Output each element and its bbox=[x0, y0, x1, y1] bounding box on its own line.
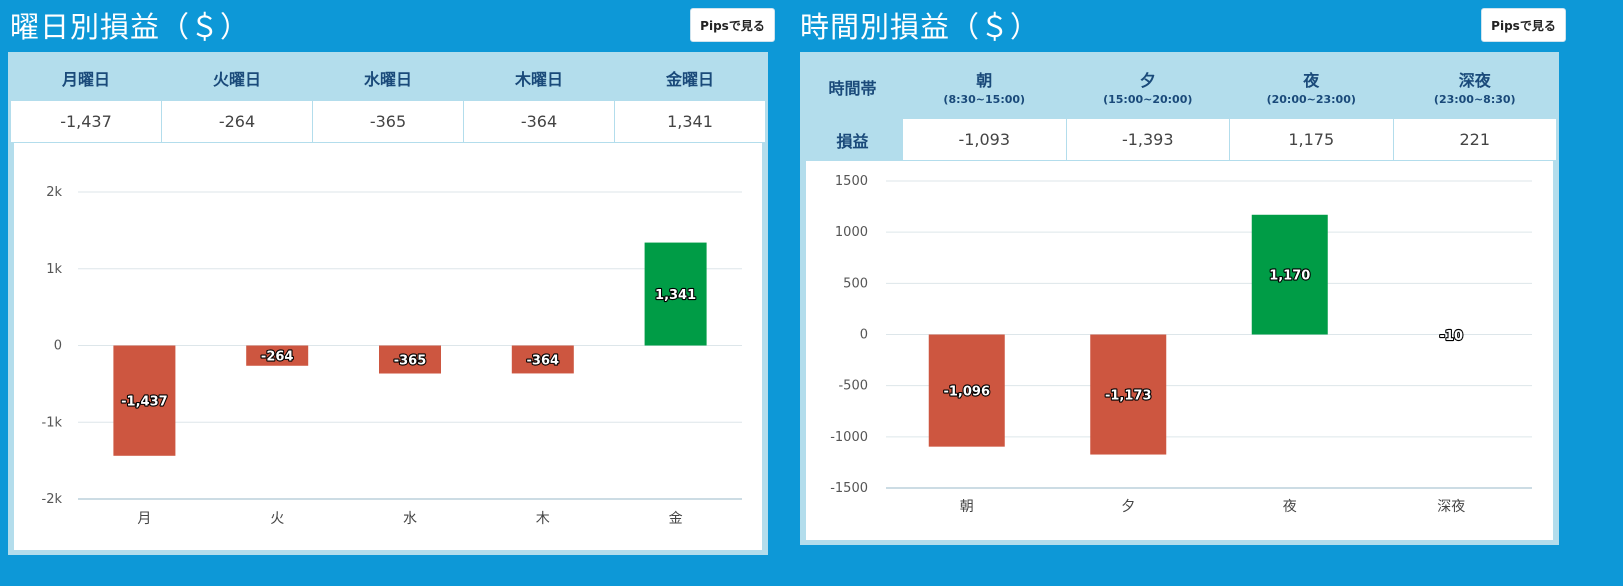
pips-view-button[interactable]: Pipsで見る bbox=[1481, 8, 1566, 42]
time-bar-chart: 1500 1000 500 0 -500 -1000 -1500 -1,096 朝 -1,173 夕… bbox=[830, 174, 1532, 515]
y-tick-label: 1000 bbox=[835, 225, 868, 240]
y-tick-label: 2k bbox=[46, 185, 62, 200]
table-value-cell: 221 bbox=[1392, 118, 1557, 161]
y-tick-label: -1000 bbox=[830, 430, 868, 445]
time-profit-card: 時間帯 朝 (8:30~15:00) 夕 (15:00~20:00) 夜 (20:00… bbox=[800, 52, 1559, 545]
y-tick-label: 1500 bbox=[835, 174, 868, 189]
data-label: 1,341 bbox=[655, 288, 696, 303]
x-tick-label: 木 bbox=[536, 511, 550, 527]
day-panel-title: 曜日別損益（＄） bbox=[10, 10, 251, 44]
time-profit-table: 時間帯 朝 (8:30~15:00) 夕 (15:00~20:00) 夜 (20:00… bbox=[802, 54, 1557, 161]
data-label: -365 bbox=[394, 354, 427, 369]
table-row: -1,437 -264 -365 -364 1,341 bbox=[10, 100, 766, 143]
table-value-cell: -364 bbox=[463, 100, 615, 143]
data-label: -264 bbox=[261, 350, 294, 365]
table-value-cell: -264 bbox=[161, 100, 313, 143]
day-chart-area: 2k 1k 0 -1k -2k -1,437 月 -264 火 -365 水 -364 木 1,341 金 bbox=[14, 143, 762, 550]
y-tick-label: -1k bbox=[42, 415, 63, 430]
data-label: -1,096 bbox=[943, 385, 990, 400]
data-label: -1,437 bbox=[121, 395, 168, 410]
day-bar-chart: 2k 1k 0 -1k -2k -1,437 月 -264 火 -365 水 -364 木 1,341 金 bbox=[42, 185, 742, 527]
data-label: 1,170 bbox=[1269, 269, 1310, 284]
x-tick-label: 夜 bbox=[1283, 499, 1297, 515]
time-chart-area: 1500 1000 500 0 -500 -1000 -1500 -1,096 朝 -1,173 夕… bbox=[806, 161, 1553, 540]
slot-label: 深夜 bbox=[1458, 71, 1491, 90]
slot-range: (15:00~20:00) bbox=[1103, 93, 1193, 106]
slot-range: (23:00~8:30) bbox=[1433, 93, 1516, 106]
day-profit-panel: 曜日別損益（＄） Pipsで見る 月曜日 火曜日 水曜日 木曜日 金曜日 -1,… bbox=[0, 0, 803, 586]
x-tick-label: 水 bbox=[403, 511, 417, 527]
table-header-cell: 火曜日 bbox=[161, 54, 313, 101]
table-header-row: 月曜日 火曜日 水曜日 木曜日 金曜日 bbox=[10, 54, 766, 101]
table-header-cell: 夜 (20:00~23:00) bbox=[1229, 54, 1394, 119]
table-header-cell: 金曜日 bbox=[614, 54, 766, 101]
x-tick-label: 夕 bbox=[1121, 499, 1135, 515]
data-label: -10 bbox=[1440, 329, 1464, 344]
x-tick-label: 月 bbox=[137, 511, 151, 527]
table-header-cell: 月曜日 bbox=[10, 54, 162, 101]
x-tick-label: 朝 bbox=[960, 499, 974, 515]
time-profit-panel: 時間別損益（＄） Pipsで見る 時間帯 朝 (8:30~15:00) 夕 (15:… bbox=[800, 0, 1623, 586]
table-header-cell: 夕 (15:00~20:00) bbox=[1065, 54, 1230, 119]
table-value-cell: -1,437 bbox=[10, 100, 162, 143]
table-header-cell: 深夜 (23:00~8:30) bbox=[1392, 54, 1557, 119]
table-header-cell: 時間帯 bbox=[802, 54, 903, 119]
time-panel-title: 時間別損益（＄） bbox=[800, 10, 1041, 44]
y-tick-label: -2k bbox=[42, 492, 63, 507]
pips-view-button[interactable]: Pipsで見る bbox=[690, 8, 775, 42]
table-header-cell: 木曜日 bbox=[463, 54, 615, 101]
table-value-cell: 1,341 bbox=[614, 100, 766, 143]
table-header-cell: 損益 bbox=[802, 118, 903, 161]
table-header-row: 時間帯 朝 (8:30~15:00) 夕 (15:00~20:00) 夜 (20:00… bbox=[802, 54, 1557, 119]
table-row: 損益 -1,093 -1,393 1,175 221 bbox=[802, 118, 1557, 161]
slot-label: 夕 bbox=[1139, 71, 1156, 90]
y-tick-label: 1k bbox=[46, 262, 62, 277]
table-value-cell: -1,093 bbox=[902, 118, 1067, 161]
y-tick-label: 500 bbox=[843, 276, 868, 291]
table-value-cell: 1,175 bbox=[1229, 118, 1394, 161]
y-tick-label: 0 bbox=[54, 339, 62, 354]
table-header-cell: 朝 (8:30~15:00) bbox=[902, 54, 1067, 119]
y-tick-label: -500 bbox=[838, 379, 868, 394]
y-tick-label: 0 bbox=[860, 328, 868, 343]
slot-range: (20:00~23:00) bbox=[1266, 93, 1356, 106]
x-tick-label: 深夜 bbox=[1437, 499, 1465, 515]
slot-range: (8:30~15:00) bbox=[943, 93, 1026, 106]
table-header-cell: 水曜日 bbox=[312, 54, 464, 101]
y-tick-label: -1500 bbox=[830, 481, 868, 496]
day-profit-card: 月曜日 火曜日 水曜日 木曜日 金曜日 -1,437 -264 -365 -36… bbox=[8, 52, 768, 555]
x-tick-label: 金 bbox=[669, 511, 683, 527]
day-profit-table: 月曜日 火曜日 水曜日 木曜日 金曜日 -1,437 -264 -365 -36… bbox=[10, 54, 766, 143]
x-tick-label: 火 bbox=[270, 511, 284, 527]
data-label: -364 bbox=[527, 353, 560, 368]
data-label: -1,173 bbox=[1105, 389, 1152, 404]
table-value-cell: -1,393 bbox=[1065, 118, 1230, 161]
slot-label: 朝 bbox=[976, 71, 993, 90]
slot-label: 夜 bbox=[1303, 71, 1320, 90]
table-value-cell: -365 bbox=[312, 100, 464, 143]
